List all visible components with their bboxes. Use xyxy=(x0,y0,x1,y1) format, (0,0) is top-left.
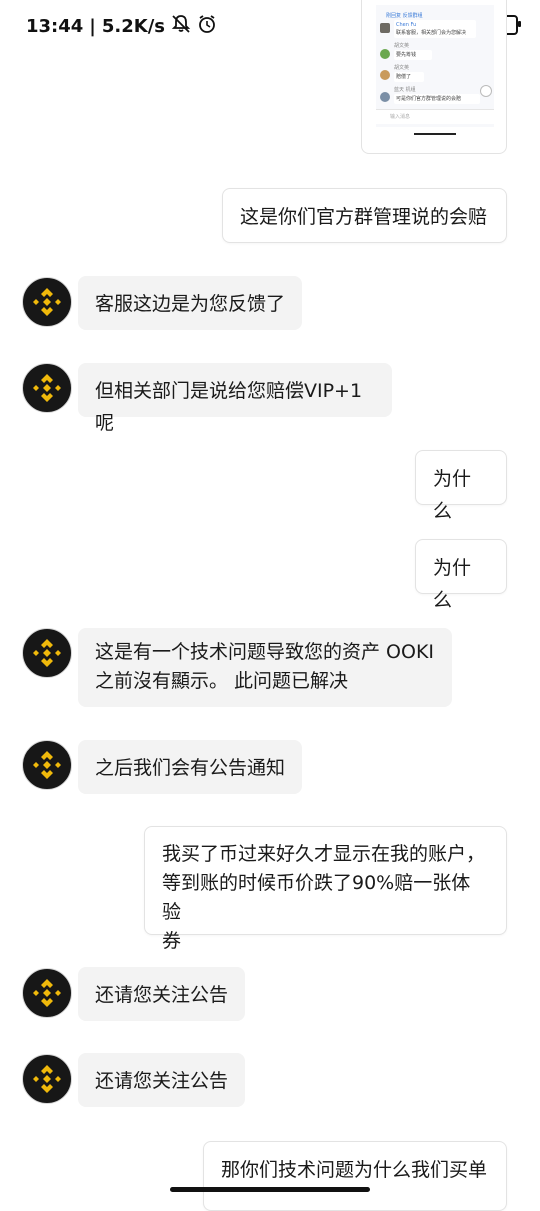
thumb-input-bar: 输入消息 xyxy=(376,109,494,124)
message-bubble[interactable]: 为什么 xyxy=(415,450,507,522)
support-avatar[interactable] xyxy=(22,628,72,678)
thumb-avatar xyxy=(380,23,390,33)
message-bubble[interactable]: 还请您关注公告 xyxy=(78,1053,245,1107)
binance-logo-icon xyxy=(33,1065,61,1093)
binance-logo-icon xyxy=(33,374,61,402)
message-bubble[interactable]: 客服这边是为您反馈了 xyxy=(78,276,302,330)
binance-logo-icon xyxy=(33,979,61,1007)
home-indicator[interactable] xyxy=(170,1187,370,1192)
message-bubble[interactable]: 这是有一个技术问题导致您的资产 OOKI 之前沒有顯示。 此问题已解决 xyxy=(78,628,452,707)
network-speed: 5.2K/s xyxy=(101,16,165,37)
support-avatar[interactable] xyxy=(22,740,72,790)
thumb-content: 刚回复 反馈群组 Chen Fu 联系客服，相关部门会为您解决 胡文英 要先筹钱… xyxy=(376,5,494,127)
status-left: 13:44 | 5.2K/s xyxy=(26,14,217,39)
image-message[interactable]: 刚回复 反馈群组 Chen Fu 联系客服，相关部门会为您解决 胡文英 要先筹钱… xyxy=(361,0,507,154)
message-bubble[interactable]: 那你们技术问题为什么我们买单 xyxy=(203,1141,507,1211)
thumb-avatar xyxy=(380,70,390,80)
support-avatar[interactable] xyxy=(22,363,72,413)
scroll-down-icon xyxy=(480,85,492,97)
message-bubble[interactable]: 这是你们官方群管理说的会赔 xyxy=(222,188,507,243)
support-avatar[interactable] xyxy=(22,277,72,327)
thumb-avatar xyxy=(380,92,390,102)
binance-logo-icon xyxy=(33,288,61,316)
muted-bell-icon xyxy=(171,14,191,39)
support-avatar[interactable] xyxy=(22,968,72,1018)
message-bubble[interactable]: 为什么 xyxy=(415,539,507,611)
message-bubble[interactable]: 我买了币过来好久才显示在我的账户， 等到账的时候币价跌了90%赔一张体验 券 xyxy=(144,826,507,952)
alarm-clock-icon xyxy=(197,14,217,39)
message-bubble[interactable]: 还请您关注公告 xyxy=(78,967,245,1021)
support-avatar[interactable] xyxy=(22,1054,72,1104)
binance-logo-icon xyxy=(33,751,61,779)
binance-logo-icon xyxy=(33,639,61,667)
message-bubble[interactable]: 之后我们会有公告通知 xyxy=(78,740,302,794)
clock: 13:44 xyxy=(26,16,84,37)
thumb-avatar xyxy=(380,49,390,59)
message-bubble[interactable]: 但相关部门是说给您赔偿VIP+1呢 xyxy=(78,363,392,434)
